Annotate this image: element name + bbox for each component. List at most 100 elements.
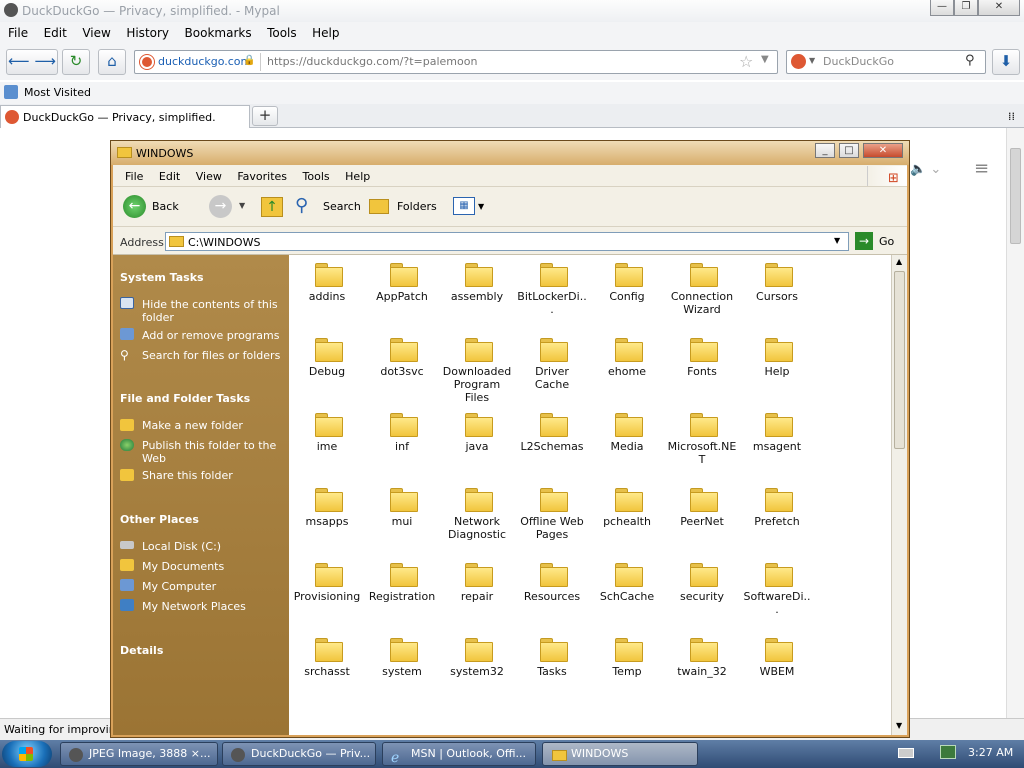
home-button[interactable]: ⌂ bbox=[98, 49, 126, 75]
folder-item[interactable]: inf bbox=[367, 413, 437, 483]
explorer-menu-view[interactable]: View bbox=[184, 165, 222, 183]
taskbar-item-duckduckgo[interactable]: DuckDuckGo — Priv... bbox=[222, 742, 376, 766]
menu-history[interactable]: History bbox=[118, 22, 169, 40]
folder-item[interactable]: Fonts bbox=[667, 338, 737, 408]
scroll-down-icon[interactable]: ▼ bbox=[896, 721, 902, 730]
forward-button[interactable]: → ▼ bbox=[209, 195, 251, 219]
new-folder-link[interactable]: Make a new folder bbox=[142, 419, 282, 432]
folder-item[interactable]: msagent bbox=[742, 413, 812, 483]
folder-item[interactable]: Provisioning bbox=[292, 563, 362, 633]
folders-button[interactable]: Folders bbox=[369, 195, 443, 219]
tab-duckduckgo[interactable]: DuckDuckGo — Privacy, simplified. bbox=[0, 105, 250, 128]
taskbar-item-windows[interactable]: WINDOWS bbox=[542, 742, 698, 766]
folder-item[interactable]: Debug bbox=[292, 338, 362, 408]
bookmark-most-visited[interactable]: Most Visited bbox=[24, 86, 91, 99]
explorer-close-button[interactable]: ✕ bbox=[863, 143, 903, 158]
folder-item[interactable]: Media bbox=[592, 413, 662, 483]
folder-item[interactable]: Connection Wizard bbox=[667, 263, 737, 333]
start-button[interactable] bbox=[2, 741, 52, 767]
folder-item[interactable]: addins bbox=[292, 263, 362, 333]
up-folder-icon[interactable]: ↑ bbox=[261, 197, 283, 217]
folder-item[interactable]: Temp bbox=[592, 638, 662, 708]
url-bar[interactable]: duckduckgo.com 🔒 https://duckduckgo.com/… bbox=[134, 50, 778, 74]
explorer-minimize-button[interactable]: _ bbox=[815, 143, 835, 158]
folder-item[interactable]: SoftwareDi... bbox=[742, 563, 812, 633]
close-button[interactable]: ✕ bbox=[978, 0, 1020, 16]
address-dropdown-icon[interactable]: ▼ bbox=[834, 236, 840, 245]
folder-item[interactable]: java bbox=[442, 413, 512, 483]
taskbar-item-msn[interactable]: ℯ MSN | Outlook, Offi... bbox=[382, 742, 536, 766]
folder-item[interactable]: dot3svc bbox=[367, 338, 437, 408]
taskbar-item-jpeg[interactable]: JPEG Image, 3888 ×... bbox=[60, 742, 218, 766]
my-network-places-link[interactable]: My Network Places bbox=[142, 600, 282, 613]
go-button[interactable]: → Go bbox=[855, 232, 903, 251]
folder-item[interactable]: srchasst bbox=[292, 638, 362, 708]
minimize-button[interactable]: — bbox=[930, 0, 954, 16]
folder-item[interactable]: Downloaded Program Files bbox=[442, 338, 512, 408]
folder-item[interactable]: Resources bbox=[517, 563, 587, 633]
url-text[interactable]: https://duckduckgo.com/?t=palemoon bbox=[267, 55, 477, 68]
maximize-button[interactable]: ❐ bbox=[954, 0, 978, 16]
scroll-up-icon[interactable]: ▲ bbox=[896, 257, 902, 266]
url-dropdown-icon[interactable]: ▼ bbox=[761, 54, 769, 65]
folder-item[interactable]: repair bbox=[442, 563, 512, 633]
folder-item[interactable]: Driver Cache bbox=[517, 338, 587, 408]
folder-item[interactable]: twain_32 bbox=[667, 638, 737, 708]
folder-item[interactable]: Config bbox=[592, 263, 662, 333]
back-button[interactable]: ← Back bbox=[123, 195, 203, 219]
folder-item[interactable]: Microsoft.NET bbox=[667, 413, 737, 483]
search-bar[interactable]: ▼ DuckDuckGo ⚲ bbox=[786, 50, 986, 74]
address-input[interactable]: C:\WINDOWS ▼ bbox=[165, 232, 849, 251]
menu-help[interactable]: Help bbox=[304, 22, 339, 40]
folder-item[interactable]: PeerNet bbox=[667, 488, 737, 558]
scroll-thumb[interactable] bbox=[1010, 148, 1021, 244]
folder-item[interactable]: Offline Web Pages bbox=[517, 488, 587, 558]
new-tab-button[interactable]: + bbox=[252, 106, 278, 126]
explorer-menu-help[interactable]: Help bbox=[333, 165, 370, 183]
folder-item[interactable]: security bbox=[667, 563, 737, 633]
hide-contents-link[interactable]: Hide the contents of this folder bbox=[142, 298, 282, 324]
bookmark-star-icon[interactable]: ☆ bbox=[739, 52, 753, 71]
folder-item[interactable]: Prefetch bbox=[742, 488, 812, 558]
menu-file[interactable]: File bbox=[0, 22, 28, 40]
folder-item[interactable]: SchCache bbox=[592, 563, 662, 633]
my-computer-link[interactable]: My Computer bbox=[142, 580, 282, 593]
folder-item[interactable]: BitLockerDi... bbox=[517, 263, 587, 333]
my-documents-link[interactable]: My Documents bbox=[142, 560, 282, 573]
explorer-menu-favorites[interactable]: Favorites bbox=[225, 165, 287, 183]
hamburger-menu-icon[interactable]: ≡ bbox=[974, 158, 989, 179]
folder-item[interactable]: Network Diagnostic bbox=[442, 488, 512, 558]
keyboard-icon[interactable] bbox=[898, 748, 914, 758]
explorer-menu-tools[interactable]: Tools bbox=[291, 165, 330, 183]
folder-item[interactable]: Cursors bbox=[742, 263, 812, 333]
search-files-link[interactable]: Search for files or folders bbox=[142, 349, 282, 362]
folder-item[interactable]: Tasks bbox=[517, 638, 587, 708]
explorer-menu-edit[interactable]: Edit bbox=[147, 165, 180, 183]
scroll-thumb[interactable] bbox=[894, 271, 905, 449]
menu-edit[interactable]: Edit bbox=[36, 22, 67, 40]
folder-item[interactable]: L2Schemas bbox=[517, 413, 587, 483]
back-button[interactable]: ⟵ ⟶ bbox=[6, 49, 58, 75]
folder-item[interactable]: ehome bbox=[592, 338, 662, 408]
folder-item[interactable]: AppPatch bbox=[367, 263, 437, 333]
explorer-maximize-button[interactable]: □ bbox=[839, 143, 859, 158]
menu-tools[interactable]: Tools bbox=[259, 22, 297, 40]
folder-item[interactable]: system32 bbox=[442, 638, 512, 708]
network-tray-icon[interactable] bbox=[940, 745, 956, 759]
folder-item[interactable]: system bbox=[367, 638, 437, 708]
speaker-icon[interactable]: 🔈 ⌄ bbox=[910, 162, 941, 177]
folder-item[interactable]: mui bbox=[367, 488, 437, 558]
share-folder-link[interactable]: Share this folder bbox=[142, 469, 282, 482]
menu-view[interactable]: View bbox=[74, 22, 110, 40]
file-folder-tasks-title[interactable]: File and Folder Tasks bbox=[120, 392, 250, 405]
publish-web-link[interactable]: Publish this folder to the Web bbox=[142, 439, 282, 465]
search-icon[interactable]: ⚲ bbox=[965, 53, 975, 68]
explorer-menu-file[interactable]: File bbox=[113, 165, 143, 183]
folder-item[interactable]: assembly bbox=[442, 263, 512, 333]
clock[interactable]: 3:27 AM bbox=[968, 746, 1013, 759]
system-tasks-title[interactable]: System Tasks bbox=[120, 271, 204, 284]
search-button[interactable]: ⚲ Search bbox=[295, 195, 365, 219]
folder-item[interactable]: pchealth bbox=[592, 488, 662, 558]
menu-bookmarks[interactable]: Bookmarks bbox=[177, 22, 252, 40]
folder-item[interactable]: WBEM bbox=[742, 638, 812, 708]
